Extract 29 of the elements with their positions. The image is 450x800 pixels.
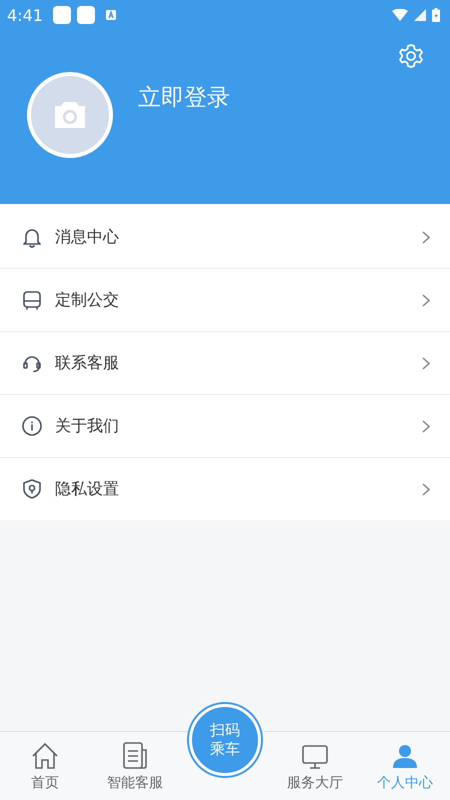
menu-item[interactable]: 消息中心	[0, 206, 450, 269]
tab[interactable]: 个人中心	[360, 732, 450, 800]
shield-icon	[21, 478, 43, 500]
status-time: 4:41	[7, 6, 43, 24]
wifi-icon	[392, 9, 408, 21]
chevron-right-icon	[422, 356, 430, 370]
tab[interactable]: 服务大厅	[270, 732, 360, 800]
menu-item[interactable]: 联系客服	[0, 332, 450, 395]
bell-icon	[21, 226, 43, 248]
settings-icon[interactable]	[398, 43, 424, 69]
tab[interactable]: 首页	[0, 732, 90, 800]
notification-icon	[76, 6, 95, 24]
notification-icon	[52, 6, 71, 24]
login-link[interactable]: 立即登录	[138, 82, 230, 112]
keyboard-icon	[104, 9, 117, 21]
chevron-right-icon	[422, 294, 430, 306]
chevron-right-icon	[422, 482, 430, 496]
menu-item[interactable]: 隐私设置	[0, 458, 450, 520]
signal-icon	[414, 9, 426, 21]
chevron-right-icon	[422, 230, 430, 244]
menu-item[interactable]: 关于我们	[0, 395, 450, 458]
bus-icon	[21, 289, 43, 311]
battery-icon	[432, 8, 440, 22]
scan-ride-button[interactable]: 扫码 乘车	[189, 704, 261, 776]
avatar-camera-icon[interactable]	[27, 72, 113, 158]
menu-item[interactable]: 定制公交	[0, 269, 450, 332]
info-icon	[21, 415, 43, 437]
chevron-right-icon	[422, 420, 430, 432]
tab[interactable]: 智能客服	[90, 732, 180, 800]
